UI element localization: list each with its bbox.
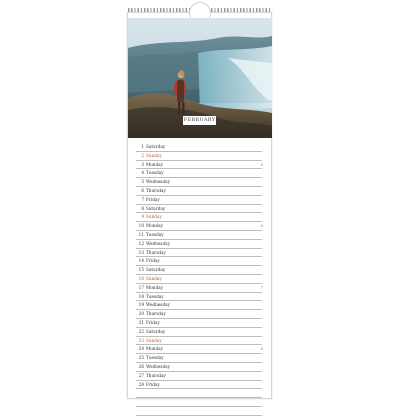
day-row: 12 Wednesday xyxy=(136,240,262,249)
month-label: FEBRUARY xyxy=(183,116,216,125)
day-number: 22 xyxy=(138,328,144,334)
weekday-name: Thursday xyxy=(146,311,166,317)
day-number: 27 xyxy=(138,372,144,378)
weekday-name: Thursday xyxy=(146,187,166,193)
day-number: 12 xyxy=(138,240,144,246)
day-row: 28 Friday xyxy=(136,381,262,390)
weekday-name: Friday xyxy=(146,196,160,202)
weekday-name: Saturday xyxy=(146,267,166,273)
day-number: 18 xyxy=(138,293,144,299)
day-row: 2 Sunday xyxy=(136,152,262,161)
day-number: 13 xyxy=(138,249,144,255)
day-number: 5 xyxy=(141,179,144,185)
day-row: 9 Sunday xyxy=(136,213,262,223)
week-number: 5 xyxy=(260,162,263,167)
day-number: 2 xyxy=(141,152,144,158)
day-number: 6 xyxy=(141,187,144,193)
weekday-name: Tuesday xyxy=(146,231,164,237)
weekday-name: Wednesday xyxy=(146,240,170,246)
blank-row xyxy=(136,389,262,399)
weekday-name: Monday xyxy=(146,346,164,352)
day-row: 16 Sunday xyxy=(136,275,262,284)
day-row: 22 Saturday xyxy=(136,328,262,337)
day-number: 15 xyxy=(138,267,144,273)
weekday-name: Wednesday xyxy=(146,179,170,185)
day-row: 21 Friday xyxy=(136,319,262,328)
day-row: 24 Monday 8 xyxy=(136,345,263,355)
blank-row xyxy=(136,398,262,407)
day-number: 8 xyxy=(141,205,144,211)
weekday-name: Sunday xyxy=(146,214,162,220)
weekday-name: Tuesday xyxy=(146,170,164,176)
weekday-name: Monday xyxy=(146,223,164,229)
day-row: 3 Monday 5 xyxy=(136,161,263,170)
day-number: 7 xyxy=(141,196,144,202)
day-number: 28 xyxy=(138,381,144,387)
day-row: 8 Saturday xyxy=(136,205,262,214)
weekday-name: Sunday xyxy=(146,337,162,343)
week-number: 7 xyxy=(260,285,263,290)
day-row: 20 Thursday xyxy=(136,310,262,319)
weekday-name: Wednesday xyxy=(146,363,170,369)
day-number: 4 xyxy=(141,170,144,176)
weekday-name: Tuesday xyxy=(146,293,164,299)
day-number: 1 xyxy=(141,144,144,149)
day-list: 1 Saturday 2 Sunday 3 Monday 5 4 Tuesday 5 Wednesd… xyxy=(136,143,263,416)
day-row: 26 Wednesday xyxy=(136,363,262,372)
day-row: 13 Thursday xyxy=(136,249,262,258)
day-row: 23 Sunday xyxy=(136,337,262,346)
day-row: 6 Thursday xyxy=(136,187,262,196)
day-row: 27 Thursday xyxy=(136,372,262,381)
day-number: 3 xyxy=(141,161,144,167)
weekday-name: Saturday xyxy=(146,328,166,334)
day-row: 7 Friday xyxy=(136,196,262,205)
weekday-name: Friday xyxy=(146,319,160,325)
day-row: 25 Tuesday xyxy=(136,354,262,363)
day-row: 15 Saturday xyxy=(136,266,262,275)
day-number: 21 xyxy=(138,319,144,325)
day-number: 14 xyxy=(138,258,144,264)
weekday-name: Sunday xyxy=(146,275,162,281)
day-row: 18 Tuesday xyxy=(136,293,262,302)
day-number: 26 xyxy=(138,363,144,369)
day-row: 10 Monday 6 xyxy=(136,222,263,231)
day-row: 11 Tuesday xyxy=(136,231,262,240)
day-row: 19 Wednesday xyxy=(136,301,262,311)
day-number: 10 xyxy=(138,223,144,229)
weekday-name: Monday xyxy=(146,161,164,167)
blank-row xyxy=(136,407,262,416)
weekday-name: Friday xyxy=(146,258,160,264)
week-number: 6 xyxy=(260,224,263,229)
weekday-name: Friday xyxy=(146,381,160,387)
day-number: 23 xyxy=(138,337,144,343)
weekday-name: Thursday xyxy=(146,372,166,378)
weekday-name: Sunday xyxy=(146,152,162,158)
day-row: 1 Saturday xyxy=(136,143,262,152)
weekday-name: Tuesday xyxy=(146,355,164,361)
day-row: 5 Wednesday xyxy=(136,178,262,187)
weekday-name: Thursday xyxy=(146,249,166,255)
day-number: 9 xyxy=(141,214,144,220)
day-number: 19 xyxy=(138,302,144,308)
weekday-name: Wednesday xyxy=(146,302,170,308)
day-number: 16 xyxy=(138,275,144,281)
weekday-name: Monday xyxy=(146,284,164,290)
day-number: 20 xyxy=(138,311,144,317)
day-row: 17 Monday 7 xyxy=(136,284,263,293)
weekday-name: Saturday xyxy=(146,205,166,211)
day-number: 25 xyxy=(138,355,144,361)
day-number: 11 xyxy=(138,231,144,237)
day-row: 4 Tuesday xyxy=(136,169,262,179)
week-number: 8 xyxy=(260,347,263,352)
day-number: 17 xyxy=(138,284,144,290)
day-row: 14 Friday xyxy=(136,257,262,267)
day-number: 24 xyxy=(138,346,144,352)
weekday-name: Saturday xyxy=(146,144,166,149)
